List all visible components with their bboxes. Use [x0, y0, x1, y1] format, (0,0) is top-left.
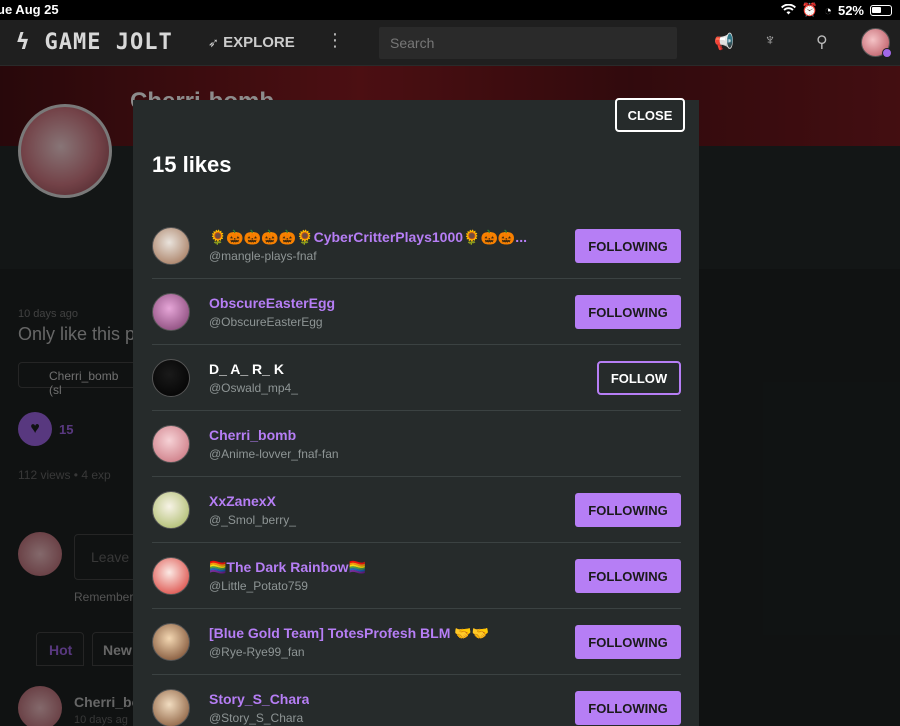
- megaphone-icon[interactable]: 📢: [714, 32, 734, 52]
- game-jolt-logo[interactable]: ϟ GAME JOLT: [16, 30, 173, 55]
- following-button[interactable]: FOLLOWING: [575, 559, 681, 593]
- user-name[interactable]: [Blue Gold Team] TotesProfesh BLM 🤝🤝: [209, 625, 489, 642]
- user-name[interactable]: XxZanexX: [209, 493, 276, 509]
- battery-icon: [870, 4, 892, 16]
- user-name[interactable]: 🏳️‍🌈The Dark Rainbow🏳️‍🌈: [209, 559, 366, 576]
- alarm-icon: ⏰: [801, 2, 819, 17]
- user-name[interactable]: Cherri_bomb: [209, 427, 296, 443]
- list-item: 🌻🎃🎃🎃🎃🌻CyberCritterPlays1000🌻🎃🎃... @mangle…: [152, 213, 681, 279]
- list-item: D_ A_ R_ K @Oswald_mp4_ FOLLOW: [152, 345, 681, 411]
- user-handle: @Story_S_Chara: [209, 711, 304, 725]
- user-avatar[interactable]: [152, 425, 190, 463]
- user-avatar[interactable]: [152, 557, 190, 595]
- following-button[interactable]: FOLLOWING: [575, 493, 681, 527]
- battery-percent: 52%: [837, 2, 864, 18]
- wifi-icon: [780, 3, 796, 18]
- list-item: XxZanexX @_Smol_berry_ FOLLOWING: [152, 477, 681, 543]
- explore-link[interactable]: ➶ EXPLORE: [208, 34, 295, 51]
- user-avatar[interactable]: [152, 293, 190, 331]
- user-handle: @Rye-Rye99_fan: [209, 645, 305, 659]
- following-button[interactable]: FOLLOWING: [575, 229, 681, 263]
- orientation-lock-icon: ◔: [824, 2, 832, 18]
- status-bar: ue Aug 25 ⏰ ◔ 52%: [0, 0, 900, 20]
- user-avatar[interactable]: [152, 623, 190, 661]
- list-item: Cherri_bomb @Anime-lovver_fnaf-fan: [152, 411, 681, 477]
- status-datetime: ue Aug 25: [0, 2, 59, 17]
- close-button[interactable]: CLOSE: [615, 98, 685, 132]
- list-item: [Blue Gold Team] TotesProfesh BLM 🤝🤝 @Rye…: [152, 609, 681, 675]
- user-name[interactable]: Story_S_Chara: [209, 691, 309, 707]
- following-button[interactable]: FOLLOWING: [575, 625, 681, 659]
- activity-feed-icon[interactable]: ♆: [764, 32, 776, 50]
- status-right: ⏰ ◔ 52%: [780, 2, 892, 18]
- user-avatar[interactable]: [861, 28, 892, 58]
- user-name[interactable]: ObscureEasterEgg: [209, 295, 335, 311]
- user-name[interactable]: 🌻🎃🎃🎃🎃🌻CyberCritterPlays1000🌻🎃🎃...: [209, 229, 527, 246]
- explore-label: EXPLORE: [223, 34, 295, 51]
- user-handle: @_Smol_berry_: [209, 513, 296, 527]
- user-avatar[interactable]: [152, 359, 190, 397]
- likes-modal: CLOSE 15 likes 🌻🎃🎃🎃🎃🌻CyberCritterPlays10…: [133, 98, 699, 726]
- list-item: Story_S_Chara @Story_S_Chara FOLLOWING: [152, 675, 681, 726]
- user-handle: @Little_Potato759: [209, 579, 308, 593]
- user-avatar[interactable]: [152, 491, 190, 529]
- more-menu-icon[interactable]: ⋮: [326, 30, 344, 51]
- user-name[interactable]: D_ A_ R_ K: [209, 361, 284, 377]
- following-button[interactable]: FOLLOWING: [575, 295, 681, 329]
- modal-title: 15 likes: [152, 152, 232, 177]
- user-avatar[interactable]: [152, 227, 190, 265]
- rocket-icon: ➶: [208, 35, 219, 50]
- top-nav: ϟ GAME JOLT ➶ EXPLORE ⋮ 📢 ♆ ⚲: [0, 20, 900, 66]
- likes-list: 🌻🎃🎃🎃🎃🌻CyberCritterPlays1000🌻🎃🎃... @mangle…: [152, 213, 681, 726]
- user-avatar[interactable]: [152, 689, 190, 726]
- follow-button[interactable]: FOLLOW: [597, 361, 681, 395]
- list-item: 🏳️‍🌈The Dark Rainbow🏳️‍🌈 @Little_Potato75…: [152, 543, 681, 609]
- notifications-icon[interactable]: ⚲: [816, 32, 828, 52]
- user-handle: @Oswald_mp4_: [209, 381, 298, 395]
- list-item: ObscureEasterEgg @ObscureEasterEgg FOLLOWI…: [152, 279, 681, 345]
- user-handle: @Anime-lovver_fnaf-fan: [209, 447, 339, 461]
- search-input[interactable]: [379, 27, 677, 59]
- following-button[interactable]: FOLLOWING: [575, 691, 681, 725]
- user-handle: @mangle-plays-fnaf: [209, 249, 317, 263]
- user-handle: @ObscureEasterEgg: [209, 315, 323, 329]
